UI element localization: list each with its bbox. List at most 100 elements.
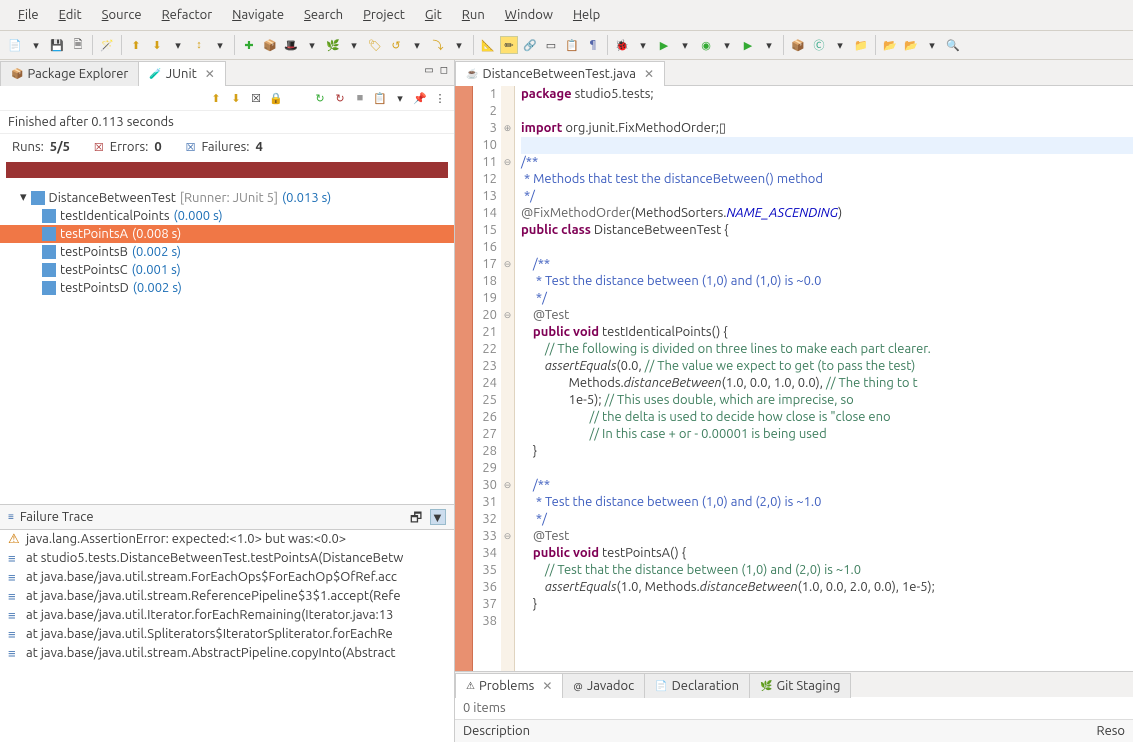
close-icon[interactable]: ✕	[644, 67, 654, 81]
merge-icon[interactable]: 🎩	[282, 36, 300, 54]
add-icon[interactable]: ✚	[240, 36, 258, 54]
compare-icon[interactable]: 🗗	[410, 509, 426, 525]
test-row[interactable]: testPointsB (0.002 s)	[0, 243, 454, 261]
tag-icon[interactable]: 🏷	[366, 36, 384, 54]
console-icon[interactable]: ▭	[542, 36, 560, 54]
menu-search[interactable]: Search	[294, 4, 353, 26]
stash-icon[interactable]: 📦	[261, 36, 279, 54]
test-row[interactable]: testPointsC (0.001 s)	[0, 261, 454, 279]
menu-source[interactable]: Source	[92, 4, 152, 26]
run-last-icon[interactable]: ▶	[739, 36, 757, 54]
tab-declaration[interactable]: 📄 Declaration	[644, 673, 750, 698]
close-icon[interactable]: ✕	[542, 679, 552, 693]
trace-row[interactable]: ≡at java.base/java.util.Spliterators$Ite…	[0, 625, 454, 644]
menu-edit[interactable]: Edit	[49, 4, 92, 26]
filter-icon[interactable]: ▼	[430, 509, 446, 525]
link-icon[interactable]: 🔗	[521, 36, 539, 54]
tab-problems[interactable]: ⚠ Problems✕	[455, 673, 563, 698]
dropdown-icon[interactable]: ▾	[211, 36, 229, 54]
close-icon[interactable]: ✕	[205, 67, 215, 81]
rerun-fail-icon[interactable]: ↻	[332, 90, 348, 106]
rerun-icon[interactable]: ↻	[312, 90, 328, 106]
tab-package-explorer[interactable]: 📦 Package Explorer	[0, 61, 139, 86]
menu-navigate[interactable]: Navigate	[222, 4, 294, 26]
menu-git[interactable]: Git	[415, 4, 452, 26]
branch-icon[interactable]: 🌿	[324, 36, 342, 54]
paragraph-icon[interactable]: ¶	[584, 36, 602, 54]
new-folder-icon[interactable]: 📁	[852, 36, 870, 54]
push-icon[interactable]: ⬆	[127, 36, 145, 54]
dropdown-icon[interactable]: ▾	[923, 36, 941, 54]
menu-window[interactable]: Window	[495, 4, 563, 26]
debug-icon[interactable]: 🐞	[613, 36, 631, 54]
runs-value: 5/5	[50, 140, 70, 154]
wand-icon[interactable]: 🪄	[98, 36, 116, 54]
dropdown-icon[interactable]: ▾	[27, 36, 45, 54]
trace-row[interactable]: ≡at java.base/java.util.stream.Reference…	[0, 587, 454, 606]
maximize-icon[interactable]: ◻	[440, 64, 448, 81]
new-class-icon[interactable]: Ⓒ	[810, 36, 828, 54]
expand-icon[interactable]: ▾	[20, 190, 27, 205]
dropdown-icon[interactable]: ▾	[392, 90, 408, 106]
next-fail-icon[interactable]: ⬇	[228, 90, 244, 106]
menu-refactor[interactable]: Refactor	[152, 4, 223, 26]
dropdown-icon[interactable]: ▾	[450, 36, 468, 54]
run-icon[interactable]: ▶	[655, 36, 673, 54]
trace-row[interactable]: ≡at java.base/java.util.stream.ForEachOp…	[0, 568, 454, 587]
menu-file[interactable]: File	[8, 4, 49, 26]
rebase-icon[interactable]: ⤵	[429, 36, 447, 54]
menu-icon[interactable]: ⋮	[432, 90, 448, 106]
history-icon[interactable]: 📋	[372, 90, 388, 106]
type-icon[interactable]: 📂	[881, 36, 899, 54]
dropdown-icon[interactable]: ▾	[760, 36, 778, 54]
dropdown-icon[interactable]: ▾	[831, 36, 849, 54]
new-icon[interactable]: 📄	[6, 36, 24, 54]
trace-text: at java.base/java.util.Iterator.forEachR…	[26, 608, 393, 623]
save-all-icon[interactable]: 🗎	[69, 36, 87, 54]
code-editor[interactable]: 1231011121314151617181920212223242526272…	[455, 86, 1133, 671]
col-resource[interactable]: Reso	[1097, 724, 1126, 738]
editor-tab[interactable]: ☕ DistanceBetweenTest.java ✕	[455, 61, 665, 86]
fetch-icon[interactable]: ↕	[190, 36, 208, 54]
test-row[interactable]: testIdenticalPoints (0.000 s)	[0, 207, 454, 225]
test-row[interactable]: testPointsA (0.008 s)	[0, 225, 454, 243]
pin-icon[interactable]: 📌	[412, 90, 428, 106]
dropdown-icon[interactable]: ▾	[169, 36, 187, 54]
test-row[interactable]: testPointsD (0.002 s)	[0, 279, 454, 297]
scroll-lock-icon[interactable]: 🔒	[268, 90, 284, 106]
test-name: DistanceBetweenTest	[49, 191, 176, 205]
new-pkg-icon[interactable]: 📦	[789, 36, 807, 54]
dropdown-icon[interactable]: ▾	[303, 36, 321, 54]
trace-row[interactable]: ⚠java.lang.AssertionError: expected:<1.0…	[0, 530, 454, 549]
stop-icon[interactable]: ■	[352, 90, 368, 106]
dropdown-icon[interactable]: ▾	[408, 36, 426, 54]
save-icon[interactable]: 💾	[48, 36, 66, 54]
dropdown-icon[interactable]: ▾	[634, 36, 652, 54]
menu-project[interactable]: Project	[353, 4, 415, 26]
dropdown-icon[interactable]: ▾	[345, 36, 363, 54]
tab-git-staging[interactable]: 🌿 Git Staging	[749, 673, 851, 698]
format-icon[interactable]: 📐	[479, 36, 497, 54]
menu-help[interactable]: Help	[563, 4, 610, 26]
dropdown-icon[interactable]: ▾	[676, 36, 694, 54]
minimize-icon[interactable]: ▭	[424, 64, 433, 81]
col-description[interactable]: Description	[463, 724, 1097, 738]
trace-row[interactable]: ≡at java.base/java.util.Iterator.forEach…	[0, 606, 454, 625]
dropdown-icon[interactable]: ▾	[718, 36, 736, 54]
reset-icon[interactable]: ↺	[387, 36, 405, 54]
tab-junit[interactable]: 🧪 JUnit ✕	[138, 61, 225, 86]
prev-fail-icon[interactable]: ⬆	[208, 90, 224, 106]
coverage-icon[interactable]: ◉	[697, 36, 715, 54]
open-icon[interactable]: 📂	[902, 36, 920, 54]
pull-icon[interactable]: ⬇	[148, 36, 166, 54]
trace-row[interactable]: ≡at studio5.tests.DistanceBetweenTest.te…	[0, 549, 454, 568]
tab-javadoc[interactable]: @ Javadoc	[562, 673, 645, 698]
trace-row[interactable]: ≡at java.base/java.util.stream.AbstractP…	[0, 644, 454, 663]
stack-frame-icon: ≡	[8, 570, 22, 585]
show-fail-icon[interactable]: ☒	[248, 90, 264, 106]
test-suite-row[interactable]: ▾ DistanceBetweenTest [Runner: JUnit 5] …	[0, 188, 454, 207]
search-icon[interactable]: 🔍	[944, 36, 962, 54]
highlight-icon[interactable]: ✏	[500, 36, 518, 54]
task-icon[interactable]: 📋	[563, 36, 581, 54]
menu-run[interactable]: Run	[452, 4, 495, 26]
